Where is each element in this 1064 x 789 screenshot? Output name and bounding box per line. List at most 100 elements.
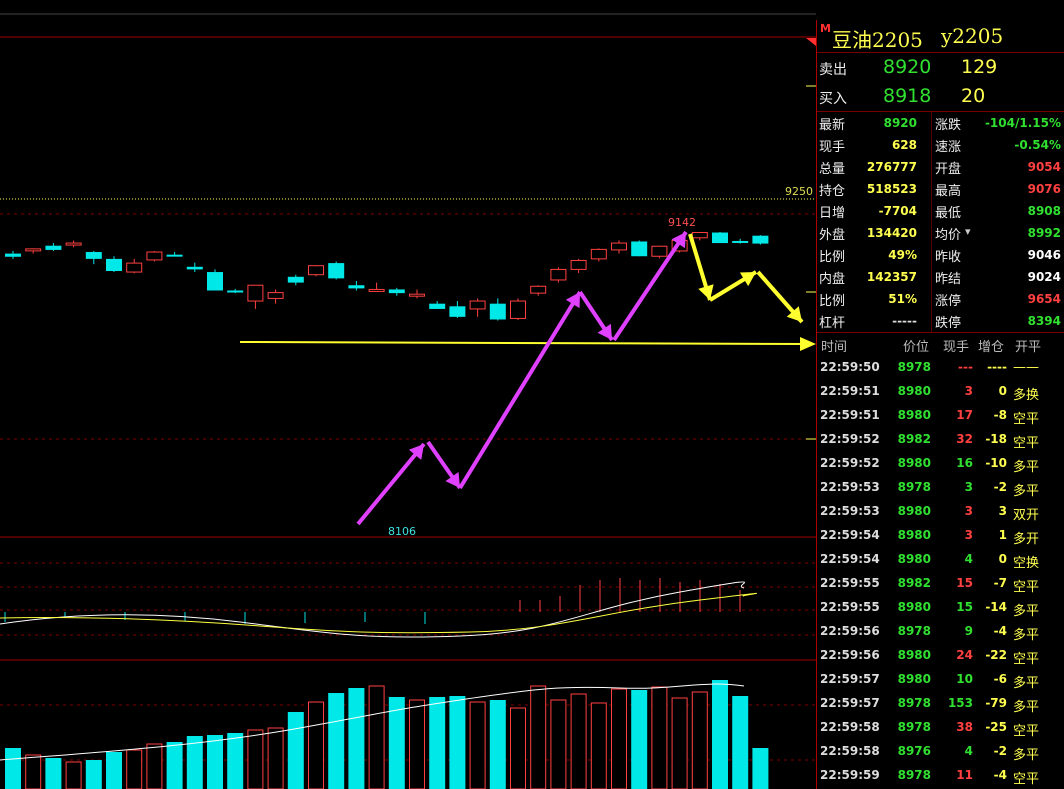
- tick-open-close: 多平: [1013, 484, 1040, 499]
- tick-open-close: 空平: [1013, 724, 1040, 739]
- tick-row[interactable]: 22:59:56 8978 9 -4 多平: [817, 620, 1064, 644]
- quote-panel: M 豆油2205 y2205 卖出 8920 129 买入 8918 20 最新…: [816, 20, 1064, 789]
- stat-value: -7704: [878, 204, 917, 218]
- stat-row-right: 昨收 9046: [933, 246, 1063, 268]
- tick-price: 8980: [897, 456, 931, 470]
- tick-row[interactable]: 22:59:54 8980 4 0 空换: [817, 548, 1064, 572]
- volume-bar-up: [25, 754, 42, 789]
- quote-title-row: M 豆油2205 y2205: [817, 20, 1064, 53]
- tick-row[interactable]: 22:59:57 8978 153 -79 多平: [817, 692, 1064, 716]
- candle-body-down: [348, 285, 365, 289]
- stat-value: -104/1.15%: [984, 116, 1061, 130]
- tick-row[interactable]: 22:59:54 8980 3 1 多开: [817, 524, 1064, 548]
- stat-row-left: 比例 49%: [817, 246, 929, 268]
- bid-row[interactable]: 买入 8918 20: [817, 82, 1064, 112]
- tick-row[interactable]: 22:59:53 8978 3 -2 多平: [817, 476, 1064, 500]
- candle-body-down: [328, 263, 345, 279]
- magenta-arrow: [356, 442, 426, 526]
- tick-time: 22:59:53: [820, 504, 880, 518]
- tick-row[interactable]: 22:59:55 8980 15 -14 多平: [817, 596, 1064, 620]
- stat-row-right: 跌停 8394: [933, 312, 1063, 334]
- candle-body-down: [227, 290, 244, 293]
- volume-bar-down: [429, 697, 446, 789]
- tick-time: 22:59:58: [820, 744, 880, 758]
- stat-label: 最高: [935, 184, 962, 199]
- candle-body-up: [146, 251, 163, 261]
- tick-row[interactable]: 22:59:56 8980 24 -22 空平: [817, 644, 1064, 668]
- candle-body-up: [691, 232, 708, 239]
- candle-body-up: [126, 262, 143, 273]
- candle-body-down: [712, 232, 728, 244]
- tick-row[interactable]: 22:59:59 8978 11 -4 空平: [817, 764, 1064, 788]
- candle-body-up: [25, 248, 42, 252]
- candle-body-down: [489, 303, 506, 320]
- tick-price: 8978: [897, 360, 931, 374]
- candle-body-down: [45, 245, 62, 250]
- tick-price: 8978: [897, 768, 931, 782]
- tick-row[interactable]: 22:59:51 8980 17 -8 空平: [817, 404, 1064, 428]
- volume-bar-down: [712, 680, 728, 789]
- tick-price: 8980: [897, 648, 931, 662]
- stat-row-left: 比例 51%: [817, 290, 929, 312]
- tick-open-close: 多平: [1013, 628, 1040, 643]
- volume-bar-down: [166, 742, 183, 789]
- tick-volume: 3: [964, 528, 973, 542]
- tick-volume: 4: [964, 552, 973, 566]
- stat-row-left: 外盘 134420: [817, 224, 929, 246]
- ticks-header-price: 价位: [903, 340, 930, 355]
- tick-row[interactable]: 22:59:50 8978 --- ---- ——: [817, 356, 1064, 380]
- tick-row[interactable]: 22:59:58 8976 4 -2 多平: [817, 740, 1064, 764]
- tick-open-close: 双开: [1013, 508, 1040, 523]
- tick-oi-change: -6: [993, 672, 1007, 686]
- volume-bar-up: [409, 699, 425, 789]
- tick-price: 8980: [897, 672, 931, 686]
- tick-oi-change: -8: [993, 408, 1007, 422]
- stat-value: 518523: [866, 182, 917, 196]
- tick-time: 22:59:52: [820, 456, 880, 470]
- candle-body-up: [65, 242, 82, 246]
- tick-oi-change: 3: [998, 504, 1007, 518]
- stat-value: 628: [891, 138, 917, 152]
- kline-chart-area[interactable]: 9250 9142 8106: [0, 0, 816, 789]
- candle-body-up: [530, 285, 547, 294]
- tick-time: 22:59:57: [820, 672, 880, 686]
- tick-row[interactable]: 22:59:51 8980 3 0 多换: [817, 380, 1064, 404]
- tick-row[interactable]: 22:59:52 8982 32 -18 空平: [817, 428, 1064, 452]
- stat-value: 142357: [866, 270, 917, 284]
- tick-row[interactable]: 22:59:57 8980 10 -6 多平: [817, 668, 1064, 692]
- stat-label: 外盘: [819, 228, 846, 243]
- tick-volume: 15: [956, 576, 973, 590]
- dropdown-caret-icon[interactable]: ▾: [965, 225, 971, 238]
- tick-time: 22:59:53: [820, 480, 880, 494]
- volume-bar-down: [5, 748, 21, 789]
- volume-bar-up: [611, 688, 627, 789]
- volume-bar-down: [227, 733, 244, 789]
- stat-label: 昨收: [935, 250, 962, 265]
- tick-oi-change: -79: [985, 696, 1007, 710]
- volume-bar-up: [267, 727, 284, 789]
- tick-time: 22:59:54: [820, 552, 880, 566]
- stat-value: 9654: [1027, 292, 1061, 306]
- tick-volume: 10: [956, 672, 973, 686]
- volume-bar-up: [247, 729, 264, 789]
- ask-row[interactable]: 卖出 8920 129: [817, 53, 1064, 82]
- volume-bar-down: [328, 693, 345, 789]
- tick-row[interactable]: 22:59:55 8982 15 -7 空平: [817, 572, 1064, 596]
- tick-time: 22:59:56: [820, 648, 880, 662]
- tick-row[interactable]: 22:59:58 8978 38 -25 空平: [817, 716, 1064, 740]
- stat-row-right: 最低 8908: [933, 202, 1063, 224]
- ticks-list[interactable]: 22:59:50 8978 --- ---- —— 22:59:51 8980 3 0 多换 22:…: [817, 356, 1064, 788]
- tick-volume: 32: [956, 432, 973, 446]
- stat-value: -0.54%: [1014, 138, 1061, 152]
- bid-price: 8918: [883, 85, 932, 107]
- ticks-header-oi: 增仓: [978, 340, 1005, 355]
- candle-body-up: [550, 268, 567, 281]
- stat-value: -----: [892, 314, 917, 328]
- stat-row-left: 持仓 518523: [817, 180, 929, 202]
- tick-volume: 153: [947, 696, 973, 710]
- tick-row[interactable]: 22:59:52 8980 16 -10 多平: [817, 452, 1064, 476]
- market-badge: M: [820, 22, 831, 35]
- tick-row[interactable]: 22:59:53 8980 3 3 双开: [817, 500, 1064, 524]
- stat-row-right: 速涨 -0.54%: [933, 136, 1063, 158]
- kline-chart-svg[interactable]: 9250 9142 8106: [0, 0, 816, 789]
